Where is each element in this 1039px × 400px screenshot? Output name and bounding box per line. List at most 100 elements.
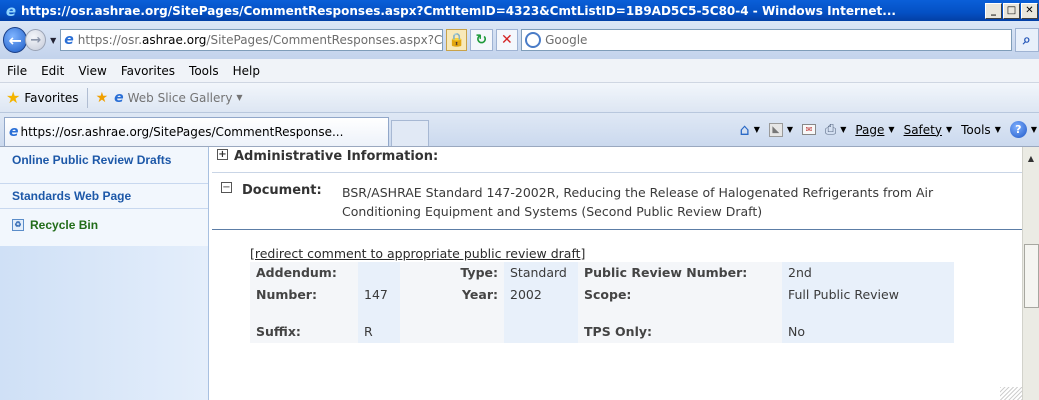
- page-menu-label: Page: [855, 122, 885, 137]
- favorites-star-icon: ★: [6, 88, 21, 107]
- section-divider: [212, 172, 1022, 173]
- close-button[interactable]: ✕: [1021, 2, 1038, 19]
- page-icon: e: [64, 32, 74, 48]
- table-row: Suffix: R TPS Only: No: [250, 321, 954, 343]
- recycle-bin-label: Recycle Bin: [30, 217, 99, 232]
- window-title: https://osr.ashrae.org/SitePages/Comment…: [21, 3, 896, 18]
- tab-bar: e https://osr.ashrae.org/SitePages/Comme…: [0, 113, 1039, 146]
- home-icon: ⌂: [739, 120, 750, 139]
- document-label: Document:: [242, 183, 322, 198]
- tab-page-icon: e: [9, 124, 19, 140]
- menu-view[interactable]: View: [71, 64, 113, 78]
- help-button[interactable]: ? ▼: [1009, 121, 1037, 138]
- search-provider-icon: [525, 32, 542, 48]
- year-label: Year:: [400, 284, 504, 321]
- sidebar-background: [0, 246, 208, 400]
- tab-label: https://osr.ashrae.org/SitePages/Comment…: [20, 125, 344, 139]
- suffix-value: R: [358, 321, 400, 343]
- public-review-number-value: 2nd: [782, 262, 954, 284]
- table-row: Number: 147 Year: 2002 Scope: Full Publi…: [250, 284, 954, 321]
- favorites-divider: [86, 87, 88, 108]
- type-value: Standard: [504, 262, 578, 284]
- tps-only-label: TPS Only:: [578, 321, 782, 343]
- document-title-line-2: Conditioning Equipment and Systems (Seco…: [342, 204, 763, 219]
- tps-only-value: No: [782, 321, 954, 343]
- document-details-table: Addendum: Type: Standard Public Review N…: [250, 262, 954, 343]
- window-title-bar: e https://osr.ashrae.org/SitePages/Comme…: [0, 0, 1039, 21]
- administrative-section-header[interactable]: + Administrative Information:: [217, 149, 438, 164]
- feeds-button[interactable]: ◣ ▼: [768, 122, 793, 137]
- redirect-comment-link[interactable]: [redirect comment to appropriate public …: [250, 246, 585, 261]
- search-placeholder: Google: [545, 33, 588, 47]
- search-button[interactable]: ⌕: [1014, 28, 1039, 52]
- sidebar-item-online-public-review-drafts[interactable]: Online Public Review Drafts: [0, 147, 208, 184]
- mail-icon: ✉: [802, 124, 816, 135]
- addendum-value: [358, 262, 400, 284]
- suffix-label: Suffix:: [250, 321, 358, 343]
- menu-edit[interactable]: Edit: [34, 64, 71, 78]
- url-prefix: https://osr.: [77, 33, 143, 47]
- addendum-label: Addendum:: [250, 262, 358, 284]
- url-domain: ashrae.org: [142, 33, 207, 47]
- web-slice-icon: e: [114, 89, 124, 106]
- document-title-line-1: BSR/ASHRAE Standard 147-2002R, Reducing …: [342, 185, 934, 200]
- chevron-down-icon[interactable]: ▼: [236, 93, 242, 102]
- minimize-button[interactable]: _: [985, 2, 1002, 19]
- print-button[interactable]: ⎙ ▼: [825, 122, 846, 138]
- tools-menu[interactable]: Tools ▼: [961, 123, 1001, 137]
- read-mail-button[interactable]: ✉: [802, 124, 816, 135]
- collapse-icon[interactable]: −: [221, 182, 232, 193]
- menu-favorites[interactable]: Favorites: [114, 64, 182, 78]
- web-slice-gallery-link[interactable]: Web Slice Gallery: [128, 91, 233, 105]
- number-label: Number:: [250, 284, 358, 321]
- scope-label: Scope:: [578, 284, 782, 321]
- page-menu[interactable]: Page ▼: [855, 123, 894, 137]
- tab-comment-responses[interactable]: e https://osr.ashrae.org/SitePages/Comme…: [4, 117, 389, 146]
- sidebar-item-standards-web-page[interactable]: Standards Web Page: [0, 184, 208, 209]
- refresh-button[interactable]: ↻: [470, 29, 493, 51]
- document-divider: [212, 229, 1022, 230]
- new-tab-button[interactable]: [391, 120, 429, 146]
- administrative-heading: Administrative Information:: [234, 149, 439, 164]
- recent-pages-dropdown[interactable]: ▼: [50, 36, 56, 45]
- rss-icon: ◣: [768, 122, 783, 137]
- safety-menu[interactable]: Safety ▼: [904, 123, 953, 137]
- sidebar-item-recycle-bin[interactable]: ♻ Recycle Bin: [0, 209, 208, 240]
- document-title: BSR/ASHRAE Standard 147-2002R, Reducing …: [342, 183, 1032, 221]
- vertical-scrollbar[interactable]: ▲: [1022, 147, 1039, 400]
- tools-menu-label: Tools: [961, 122, 991, 137]
- left-navigation: Online Public Review Drafts Standards We…: [0, 147, 209, 400]
- number-value: 147: [358, 284, 400, 321]
- menu-file[interactable]: File: [0, 64, 34, 78]
- safety-menu-label: Safety: [903, 122, 942, 137]
- address-bar[interactable]: e https://osr. ashrae.org/SitePages/Comme…: [60, 29, 444, 51]
- lock-icon[interactable]: 🔒: [446, 29, 468, 51]
- scope-value: Full Public Review: [782, 284, 954, 321]
- type-label: Type:: [400, 262, 504, 284]
- print-icon: ⎙: [825, 121, 837, 138]
- favorites-button[interactable]: Favorites: [24, 91, 78, 105]
- search-input[interactable]: Google: [521, 29, 1012, 51]
- menu-tools[interactable]: Tools: [182, 64, 226, 78]
- expand-icon[interactable]: +: [217, 149, 228, 160]
- command-bar: ⌂ ▼ ◣ ▼ ✉ ⎙ ▼ Page ▼ Safety ▼ Tools ▼ ? ▼: [740, 113, 1039, 146]
- home-button[interactable]: ⌂ ▼: [740, 120, 760, 139]
- recycle-bin-icon: ♻: [12, 218, 24, 231]
- back-button[interactable]: ←: [3, 27, 28, 53]
- help-icon: ?: [1009, 121, 1027, 138]
- resize-grip: [1000, 387, 1022, 400]
- table-row: Addendum: Type: Standard Public Review N…: [250, 262, 954, 284]
- add-to-favorites-icon[interactable]: ★: [96, 90, 109, 106]
- main-content: + Administrative Information: − Document:…: [210, 147, 1022, 400]
- maximize-button[interactable]: □: [1003, 2, 1020, 19]
- ie-logo-icon: e: [5, 1, 17, 20]
- empty-cell: [504, 321, 578, 343]
- scrollbar-thumb[interactable]: [1024, 244, 1039, 308]
- scroll-up-icon[interactable]: ▲: [1023, 150, 1039, 166]
- forward-button[interactable]: →: [25, 29, 47, 51]
- url-path: /SitePages/CommentResponses.aspx?CmtI: [206, 33, 444, 47]
- favorites-bar: ★ Favorites ★ e Web Slice Gallery ▼: [0, 83, 1039, 113]
- menu-help[interactable]: Help: [226, 64, 267, 78]
- stop-button[interactable]: ✕: [495, 29, 519, 51]
- year-value: 2002: [504, 284, 578, 321]
